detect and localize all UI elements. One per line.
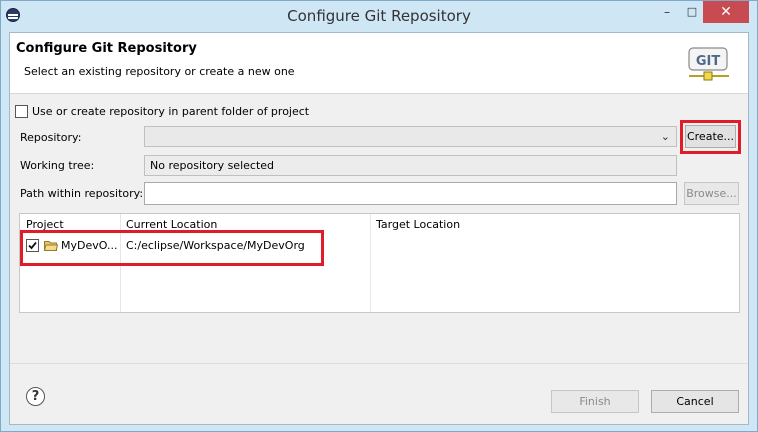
path-within-input[interactable] xyxy=(144,182,677,205)
dialog-header: Configure Git Repository Select an exist… xyxy=(10,33,748,94)
dialog-window: Configure Git Repository – □ ✕ Configure… xyxy=(0,0,758,432)
finish-button[interactable]: Finish xyxy=(551,390,639,413)
checkmark-icon xyxy=(28,241,37,250)
row-checkbox[interactable] xyxy=(26,239,39,252)
close-button[interactable]: ✕ xyxy=(703,1,749,23)
parent-folder-checkbox[interactable] xyxy=(15,105,28,118)
cancel-button[interactable]: Cancel xyxy=(651,390,739,413)
column-header-target-location[interactable]: Target Location xyxy=(370,214,739,234)
git-logo-text: GIT xyxy=(696,54,721,69)
path-within-label: Path within repository: xyxy=(20,187,144,200)
footer-divider xyxy=(10,363,748,364)
row-project: MyDevO... xyxy=(61,239,118,252)
parent-folder-label: Use or create repository in parent folde… xyxy=(32,105,310,118)
column-header-project[interactable]: Project xyxy=(20,214,120,234)
header-subtitle: Select an existing repository or create … xyxy=(24,65,295,78)
dialog-client-area: Configure Git Repository Select an exist… xyxy=(9,32,749,425)
git-logo-icon: GIT xyxy=(688,47,729,81)
create-button[interactable]: Create... xyxy=(685,125,736,148)
folder-icon xyxy=(44,241,58,251)
maximize-button[interactable]: □ xyxy=(678,2,706,22)
title-bar: Configure Git Repository – □ ✕ xyxy=(1,1,757,32)
chevron-down-icon: ⌄ xyxy=(660,130,670,143)
working-tree-label: Working tree: xyxy=(20,159,95,172)
window-title: Configure Git Repository xyxy=(287,7,471,25)
browse-button[interactable]: Browse... xyxy=(684,182,739,205)
header-title: Configure Git Repository xyxy=(16,41,197,56)
repository-combo[interactable]: ⌄ xyxy=(144,126,677,147)
project-table: Project Current Location Target Location… xyxy=(19,213,740,313)
table-row[interactable]: MyDevO... C:/eclipse/Workspace/MyDevOrg xyxy=(20,236,739,256)
repository-label: Repository: xyxy=(20,131,82,144)
row-current-location: C:/eclipse/Workspace/MyDevOrg xyxy=(126,239,305,252)
help-icon[interactable]: ? xyxy=(26,387,45,406)
minimize-button[interactable]: – xyxy=(653,2,681,22)
working-tree-field: No repository selected xyxy=(144,155,677,176)
column-header-current-location[interactable]: Current Location xyxy=(120,214,370,234)
